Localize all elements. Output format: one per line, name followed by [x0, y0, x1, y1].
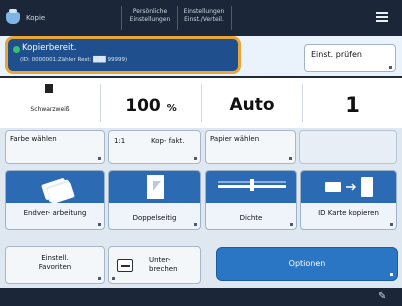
id-card-copy-button[interactable]: ID Karte kopieren	[300, 170, 397, 230]
empty-slot	[299, 130, 397, 164]
divider	[177, 6, 178, 30]
copy-icon	[6, 9, 20, 24]
app-title[interactable]: Kopie	[6, 8, 114, 28]
two-sided-label: Doppelseitig	[132, 214, 177, 222]
stapled-paper-icon	[41, 178, 75, 204]
color-mode-display: Schwarzweiß	[0, 78, 100, 128]
id-card-copy-label: ID Karte kopieren	[318, 209, 379, 217]
corner-marker	[194, 157, 197, 160]
corner-marker	[390, 273, 393, 276]
paper-display: Auto	[202, 78, 302, 128]
check-settings-label: Einst. prüfen	[311, 50, 362, 59]
paper-value: Auto	[229, 95, 275, 115]
finishing-button[interactable]: Endver- arbeitung	[5, 170, 105, 230]
density-button[interactable]: Dichte	[205, 170, 297, 230]
status-title: Kopierbereit.	[22, 43, 77, 53]
settings-register-button[interactable]: Einstellungen Einst./Verteil.	[179, 5, 229, 31]
corner-marker	[98, 223, 101, 226]
two-sided-icon-area	[109, 171, 200, 203]
corner-marker	[98, 277, 101, 280]
corner-marker	[194, 223, 197, 226]
options-button[interactable]: Optionen	[216, 247, 398, 281]
copies-value: 1	[345, 93, 360, 117]
two-sided-button[interactable]: Doppelseitig	[108, 170, 201, 230]
copy-ratio-label: Kop- fakt.	[151, 137, 185, 145]
corner-marker	[290, 223, 293, 226]
color-mode-label: Schwarzweiß	[30, 106, 70, 113]
zoom-display: 100 %	[101, 78, 201, 128]
app-label: Kopie	[26, 14, 46, 22]
options-label: Optionen	[288, 259, 326, 268]
id-card-icon-area	[301, 171, 396, 203]
interrupt-icon	[117, 259, 133, 272]
density-icon-area	[206, 171, 296, 203]
copy-ratio-value: 1:1	[114, 137, 126, 145]
check-settings-button[interactable]: Einst. prüfen	[304, 44, 396, 72]
zoom-unit: %	[166, 103, 177, 114]
select-color-button[interactable]: Farbe wählen	[5, 130, 105, 164]
copies-display: 1	[303, 78, 402, 128]
finishing-icon-area	[6, 171, 104, 204]
select-paper-label: Papier wählen	[210, 135, 260, 143]
select-color-label: Farbe wählen	[10, 135, 57, 143]
divider	[231, 6, 232, 30]
corner-marker	[289, 157, 292, 160]
pen-icon[interactable]: ✎	[378, 291, 392, 303]
id-card-icon	[325, 177, 373, 197]
corner-marker	[98, 157, 101, 160]
density-label: Dichte	[239, 214, 263, 222]
density-slider-icon	[218, 179, 286, 191]
favorite-settings-label: Einstell. Favoriten	[38, 254, 72, 271]
hamburger-menu-icon[interactable]	[372, 10, 392, 26]
corner-marker	[390, 223, 393, 226]
black-white-icon	[45, 84, 53, 93]
interrupt-label: Unter- brechen	[149, 256, 178, 273]
ready-indicator-icon	[13, 46, 20, 53]
divider	[121, 6, 122, 30]
corner-marker	[389, 66, 392, 69]
favorite-settings-button[interactable]: Einstell. Favoriten	[5, 246, 105, 284]
status-details: (ID: 0000001:Zähler Rest: ███ 99999)	[20, 57, 128, 63]
zoom-value: 100	[125, 96, 161, 116]
interrupt-button[interactable]: Unter- brechen	[108, 246, 201, 284]
status-message[interactable]: Kopierbereit. (ID: 0000001:Zähler Rest: …	[5, 36, 241, 74]
footer-bar: ✎	[0, 288, 402, 306]
select-paper-button[interactable]: Papier wählen	[205, 130, 296, 164]
two-sided-icon	[147, 175, 164, 199]
personal-settings-button[interactable]: Persönliche Einstellungen	[125, 5, 175, 31]
copy-ratio-button[interactable]: 1:1 Kop- fakt.	[108, 130, 201, 164]
finishing-label: Endver- arbeitung	[23, 209, 87, 217]
corner-marker	[112, 277, 115, 280]
